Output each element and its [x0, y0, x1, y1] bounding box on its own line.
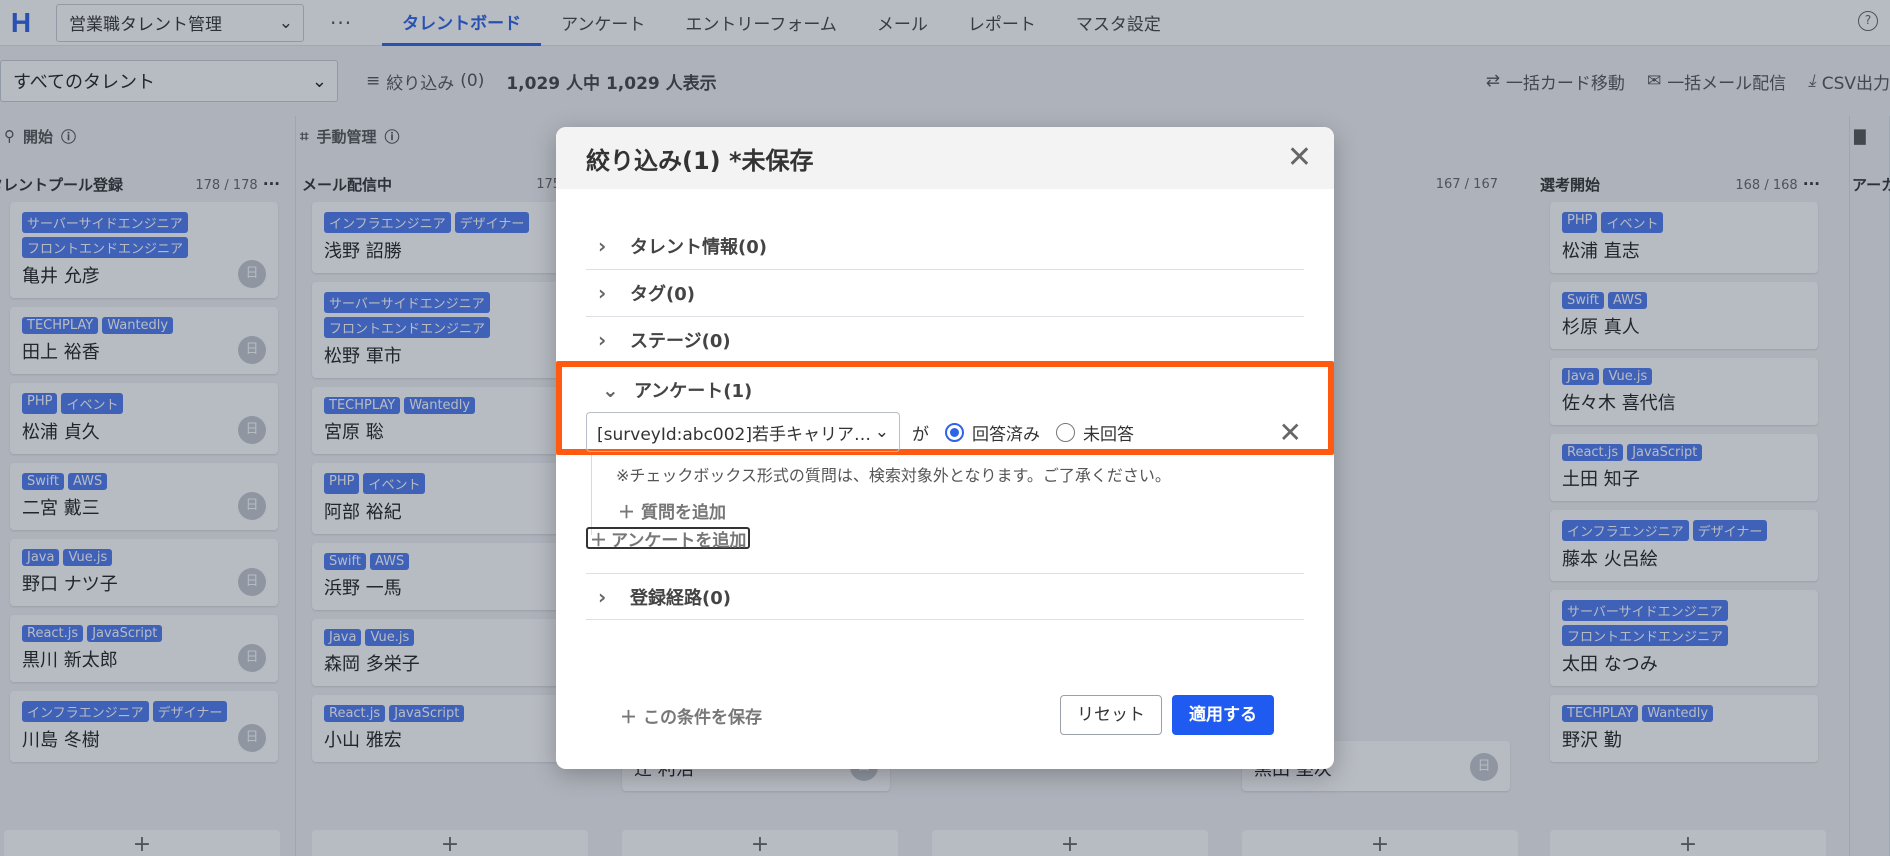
- chevron-down-icon: ⌄: [602, 378, 619, 402]
- condition-particle: が: [912, 424, 929, 445]
- chevron-down-icon: ⌄: [874, 422, 889, 442]
- section-label: タグ(0): [630, 284, 695, 305]
- add-question-button[interactable]: ＋ 質問を追加: [618, 498, 726, 523]
- radio-unanswered[interactable]: 未回答: [1056, 420, 1134, 445]
- add-survey-button[interactable]: ＋ アンケートを追加: [586, 527, 751, 551]
- section-talent-info[interactable]: › タレント情報(0): [586, 223, 1304, 270]
- chevron-right-icon: ›: [598, 234, 607, 258]
- survey-select[interactable]: [surveyId:abc002]若手キャリア… ⌄: [586, 412, 900, 452]
- modal-title: 絞り込み(1) *未保存: [586, 146, 814, 175]
- plus-icon: ＋: [620, 708, 637, 728]
- survey-select-label: [surveyId:abc002]若手キャリア…: [597, 424, 872, 445]
- section-route[interactable]: › 登録経路(0): [586, 573, 1304, 620]
- chevron-right-icon: ›: [598, 328, 607, 352]
- divider: [591, 455, 592, 535]
- apply-button[interactable]: 適用する: [1172, 695, 1274, 735]
- section-label: アンケート(1): [634, 381, 753, 402]
- plus-icon: ＋: [618, 503, 635, 523]
- survey-condition-row: [surveyId:abc002]若手キャリア… ⌄ が 回答済み 未回答 ✕: [586, 411, 1306, 453]
- plus-icon: ＋: [590, 530, 607, 551]
- chevron-right-icon: ›: [598, 584, 607, 609]
- radio-label: 回答済み: [972, 424, 1040, 445]
- radio-unchecked-icon: [1056, 422, 1075, 442]
- radio-checked-icon: [945, 422, 964, 442]
- section-survey-highlight: ⌄ アンケート(1) [surveyId:abc002]若手キャリア… ⌄ が …: [556, 361, 1334, 455]
- save-condition-button[interactable]: ＋ この条件を保存: [620, 703, 762, 728]
- radio-label: 未回答: [1083, 424, 1134, 445]
- survey-note: ※チェックボックス形式の質問は、検索対象外となります。ご了承ください。: [616, 466, 1171, 485]
- section-label: タレント情報(0): [630, 237, 767, 258]
- section-tag[interactable]: › タグ(0): [586, 270, 1304, 317]
- radio-answered[interactable]: 回答済み: [945, 420, 1040, 445]
- save-condition-label: この条件を保存: [643, 708, 762, 728]
- section-stage[interactable]: › ステージ(0): [586, 317, 1304, 364]
- section-label: ステージ(0): [630, 331, 731, 352]
- add-survey-label: アンケートを追加: [611, 530, 747, 551]
- add-question-label: 質問を追加: [641, 503, 726, 523]
- section-survey[interactable]: ⌄ アンケート(1): [602, 377, 752, 403]
- modal-header: 絞り込み(1) *未保存 ✕: [556, 127, 1334, 189]
- remove-condition-icon[interactable]: ✕: [1279, 416, 1302, 449]
- section-label: 登録経路(0): [630, 587, 731, 609]
- filter-modal: 絞り込み(1) *未保存 ✕ › タレント情報(0) › タグ(0) › ステー…: [556, 127, 1334, 769]
- reset-button[interactable]: リセット: [1060, 695, 1162, 735]
- chevron-right-icon: ›: [598, 281, 607, 305]
- close-icon[interactable]: ✕: [1287, 143, 1312, 173]
